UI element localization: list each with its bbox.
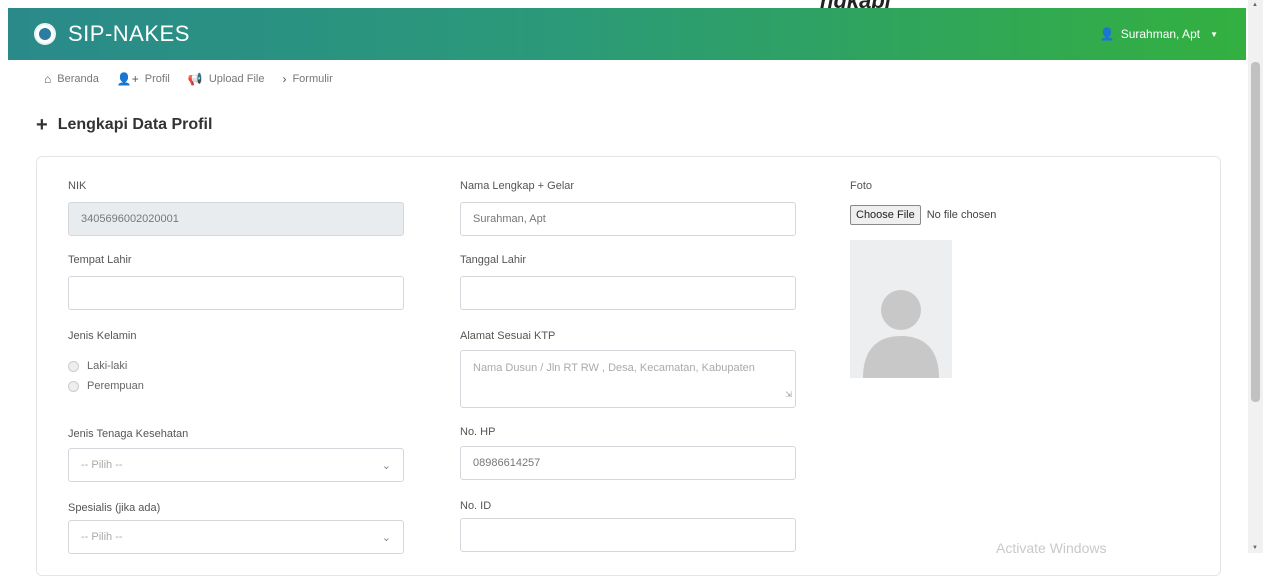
- resize-handle-icon[interactable]: ⇲: [785, 386, 792, 404]
- logo-icon: [34, 23, 56, 45]
- navbar: SIP-NAKES 👤 Surahman, Apt ▼: [8, 8, 1246, 60]
- nama-label: Nama Lengkap + Gelar: [460, 180, 575, 192]
- no-id-label: No. ID: [460, 500, 492, 512]
- home-icon: ⌂: [44, 72, 52, 86]
- windows-watermark: Activate Windows: [996, 540, 1107, 556]
- tempat-lahir-input[interactable]: [68, 276, 404, 310]
- crumb-upload-file[interactable]: 📢 Upload File: [188, 72, 265, 86]
- nik-input[interactable]: 3405696002020001: [68, 202, 404, 236]
- brand[interactable]: SIP-NAKES: [34, 21, 190, 47]
- chevron-down-icon: ⌄: [381, 531, 391, 544]
- alamat-textarea[interactable]: Nama Dusun / Jln RT RW , Desa, Kecamatan…: [460, 350, 796, 408]
- profile-photo-placeholder: [850, 240, 952, 378]
- jenis-tenaga-label: Jenis Tenaga Kesehatan: [68, 428, 189, 440]
- radio-label: Perempuan: [87, 380, 144, 392]
- radio-perempuan[interactable]: Perempuan: [68, 380, 144, 392]
- nama-input[interactable]: Surahman, Apt: [460, 202, 796, 236]
- scroll-up-icon[interactable]: ▲: [1252, 2, 1258, 8]
- crumb-formulir[interactable]: › Formulir: [282, 72, 332, 86]
- caret-down-icon: ▼: [1210, 29, 1218, 39]
- brand-title: SIP-NAKES: [68, 21, 190, 46]
- select-value: -- Pilih --: [81, 531, 123, 543]
- no-hp-label: No. HP: [460, 426, 496, 438]
- plus-icon: +: [36, 114, 48, 136]
- radio-label: Laki-laki: [87, 360, 128, 372]
- choose-file-button[interactable]: Choose File: [850, 205, 921, 225]
- crumb-beranda[interactable]: ⌂ Beranda: [44, 72, 99, 86]
- spesialis-select[interactable]: -- Pilih -- ⌄: [68, 520, 404, 554]
- scroll-thumb[interactable]: [1251, 62, 1260, 402]
- breadcrumb: ⌂ Beranda 👤+ Profil 📢 Upload File › Form…: [44, 72, 333, 86]
- foto-label: Foto: [850, 180, 873, 192]
- avatar-icon: [863, 290, 939, 378]
- scroll-down-icon[interactable]: ▼: [1252, 545, 1258, 551]
- no-id-input[interactable]: [460, 518, 796, 552]
- user-menu[interactable]: 👤 Surahman, Apt ▼: [1100, 27, 1218, 41]
- radio-button[interactable]: [68, 360, 79, 372]
- radio-laki-laki[interactable]: Laki-laki: [68, 360, 127, 372]
- radio-button[interactable]: [68, 380, 79, 392]
- crumb-profil[interactable]: 👤+ Profil: [117, 72, 170, 86]
- alamat-label: Alamat Sesuai KTP: [460, 330, 556, 342]
- no-hp-input[interactable]: 08986614257: [460, 446, 796, 480]
- chevron-down-icon: ⌄: [381, 459, 391, 472]
- jenis-kelamin-label: Jenis Kelamin: [68, 330, 137, 342]
- jenis-tenaga-select[interactable]: -- Pilih -- ⌄: [68, 448, 404, 482]
- top-strip: [0, 0, 1263, 8]
- user-icon: 👤: [1099, 27, 1115, 41]
- crumb-label: Formulir: [292, 73, 333, 85]
- file-input[interactable]: Choose File No file chosen: [850, 205, 996, 225]
- scrollbar[interactable]: ▲ ▼: [1248, 0, 1263, 553]
- spesialis-label: Spesialis (jika ada): [68, 502, 161, 514]
- file-status: No file chosen: [926, 209, 997, 221]
- nik-label: NIK: [68, 180, 87, 192]
- user-name: Surahman, Apt: [1120, 27, 1201, 41]
- user-plus-icon: 👤+: [116, 72, 139, 86]
- crumb-label: Beranda: [57, 73, 99, 85]
- page-title-text: Lengkapi Data Profil: [57, 116, 213, 133]
- alamat-placeholder: Nama Dusun / Jln RT RW , Desa, Kecamatan…: [473, 362, 755, 374]
- select-value: -- Pilih --: [81, 459, 123, 471]
- tempat-lahir-label: Tempat Lahir: [68, 254, 132, 266]
- crumb-label: Profil: [144, 73, 170, 85]
- crumb-label: Upload File: [208, 73, 265, 85]
- page-title: + Lengkapi Data Profil: [36, 114, 213, 136]
- megaphone-icon: 📢: [187, 72, 203, 86]
- tanggal-lahir-input[interactable]: [460, 276, 796, 310]
- tanggal-lahir-label: Tanggal Lahir: [460, 254, 527, 266]
- chevron-right-icon: ›: [282, 72, 287, 86]
